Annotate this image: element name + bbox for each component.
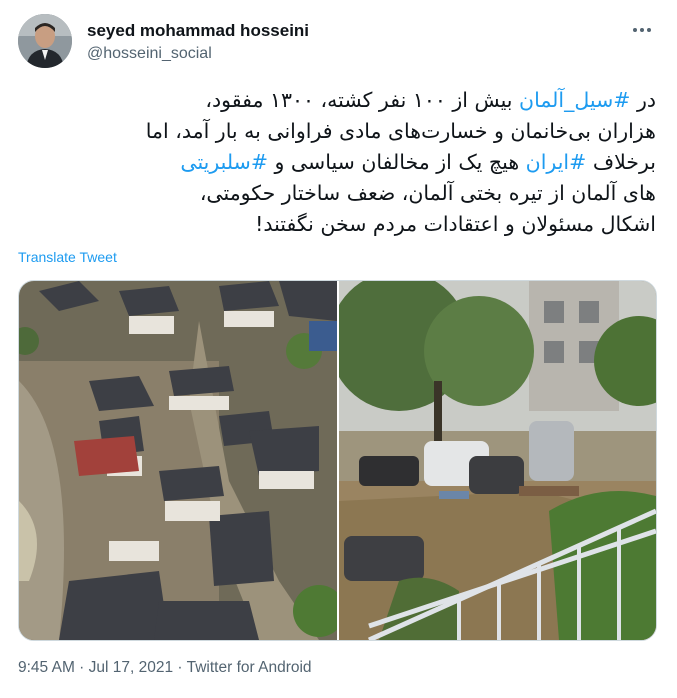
more-options-icon[interactable] xyxy=(629,20,655,40)
flooded-street-photo[interactable] xyxy=(329,281,656,640)
tweet-text-line: اشکال مسئولان و اعتقادات مردم سخن نگفتند… xyxy=(18,209,656,240)
tweet-text-segment: هیچ یک از مخالفان سیاسی و xyxy=(268,150,526,174)
tweet-time[interactable]: 9:45 AM xyxy=(18,659,75,676)
hashtag-link[interactable]: #سیل_آلمان xyxy=(519,88,630,112)
tweet-media xyxy=(18,280,657,641)
tweet-date[interactable]: Jul 17, 2021 xyxy=(89,659,173,676)
tweet-text-segment: های آلمان از تیره بختی آلمان، ضعف ساختار… xyxy=(199,181,656,205)
tweet-text: در #سیل_آلمان بیش از ۱۰۰ نفر کشته، ۱۳۰۰ … xyxy=(18,85,656,240)
tweet-text-line: های آلمان از تیره بختی آلمان، ضعف ساختار… xyxy=(18,178,656,209)
tweet-text-segment: بیش از ۱۰۰ نفر کشته، ۱۳۰۰ مفقود، xyxy=(205,88,520,112)
display-name[interactable]: seyed mohammad hosseini xyxy=(87,20,309,42)
tweet-text-line: برخلاف #ایران هیچ یک از مخالفان سیاسی و … xyxy=(18,147,656,178)
meta-separator: · xyxy=(173,659,187,676)
tweet-text-segment: برخلاف xyxy=(586,150,656,174)
avatar[interactable] xyxy=(18,14,72,68)
tweet-text-segment: اشکال مسئولان و اعتقادات مردم سخن نگفتند… xyxy=(255,212,656,236)
hashtag-link[interactable]: #ایران xyxy=(526,150,587,174)
meta-separator: · xyxy=(74,659,89,676)
translate-tweet-link[interactable]: Translate Tweet xyxy=(18,249,117,265)
tweet-text-segment: در xyxy=(630,88,656,112)
flood-aerial-photo[interactable] xyxy=(19,281,345,640)
tweet-header: seyed mohammad hosseini @hosseini_social xyxy=(18,14,659,70)
user-handle[interactable]: @hosseini_social xyxy=(87,43,309,65)
hashtag-link[interactable]: #سلبریتی xyxy=(180,150,268,174)
tweet-source[interactable]: Twitter for Android xyxy=(187,659,312,676)
tweet-text-segment: هزاران بی‌خانمان و خسارت‌های مادی فراوان… xyxy=(145,119,656,143)
tweet-text-line: هزاران بی‌خانمان و خسارت‌های مادی فراوان… xyxy=(18,116,656,147)
tweet-text-line: در #سیل_آلمان بیش از ۱۰۰ نفر کشته، ۱۳۰۰ … xyxy=(18,85,656,116)
tweet-meta: 9:45 AM · Jul 17, 2021 · Twitter for And… xyxy=(18,659,312,677)
